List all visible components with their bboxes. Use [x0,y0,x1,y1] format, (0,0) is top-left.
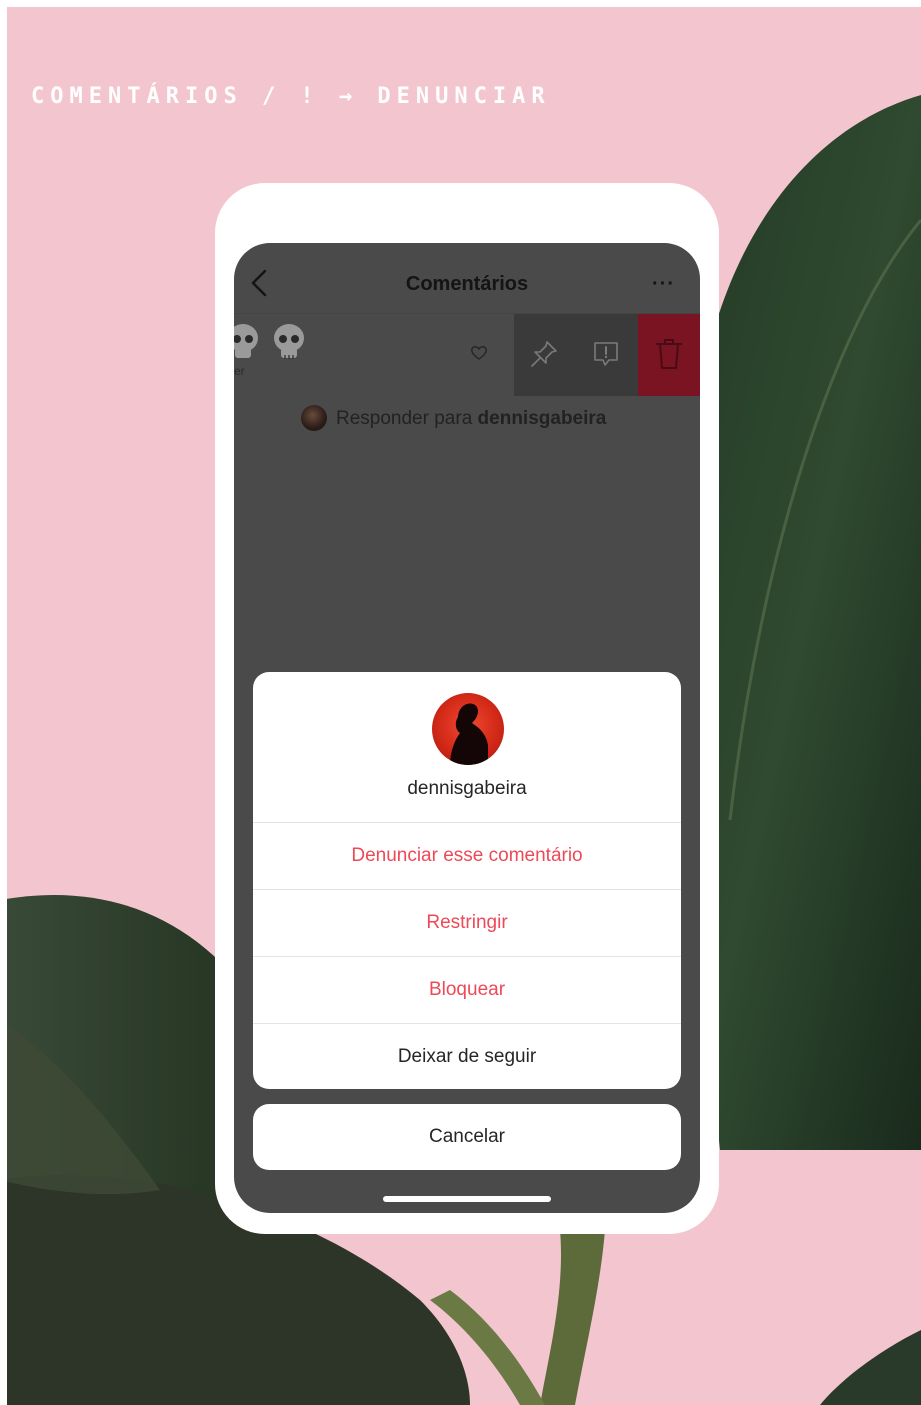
pin-icon[interactable] [528,338,560,370]
block-button[interactable]: Bloquear [253,957,681,1023]
page-title: Comentários [405,273,529,295]
avatar [301,405,327,431]
avatar-silhouette [450,703,488,765]
skull-icon [234,324,258,358]
report-icon[interactable] [590,338,622,370]
header: Comentários ··· [234,243,700,313]
cancel-button[interactable]: Cancelar [253,1104,681,1170]
action-sheet: dennisgabeira Denunciar esse comentário … [253,672,681,1089]
report-comment-button[interactable]: Denunciar esse comentário [253,823,681,889]
frame-edge-top [0,0,921,7]
reply-username: dennisgabeira [477,408,607,429]
phone-screen: Comentários ··· er Responder para dennis… [234,243,700,1213]
unfollow-button[interactable]: Deixar de seguir [253,1024,681,1089]
more-options-icon[interactable]: ··· [652,273,675,296]
comment-row[interactable]: er [234,314,700,396]
sheet-username: dennisgabeira [407,778,527,799]
page-caption: COMENTÁRIOS / ! → DENUNCIAR [31,84,551,109]
home-indicator [383,1196,551,1202]
comment-truncated-text: er [234,364,245,378]
frame-edge-left [0,0,7,1405]
trash-icon[interactable] [653,336,685,372]
restrict-button[interactable]: Restringir [253,890,681,956]
avatar [432,693,504,765]
reply-label: Responder para dennisgabeira [336,408,606,430]
reply-prefix: Responder para [336,408,478,429]
heart-icon[interactable] [470,344,488,362]
skull-icon [274,324,304,359]
